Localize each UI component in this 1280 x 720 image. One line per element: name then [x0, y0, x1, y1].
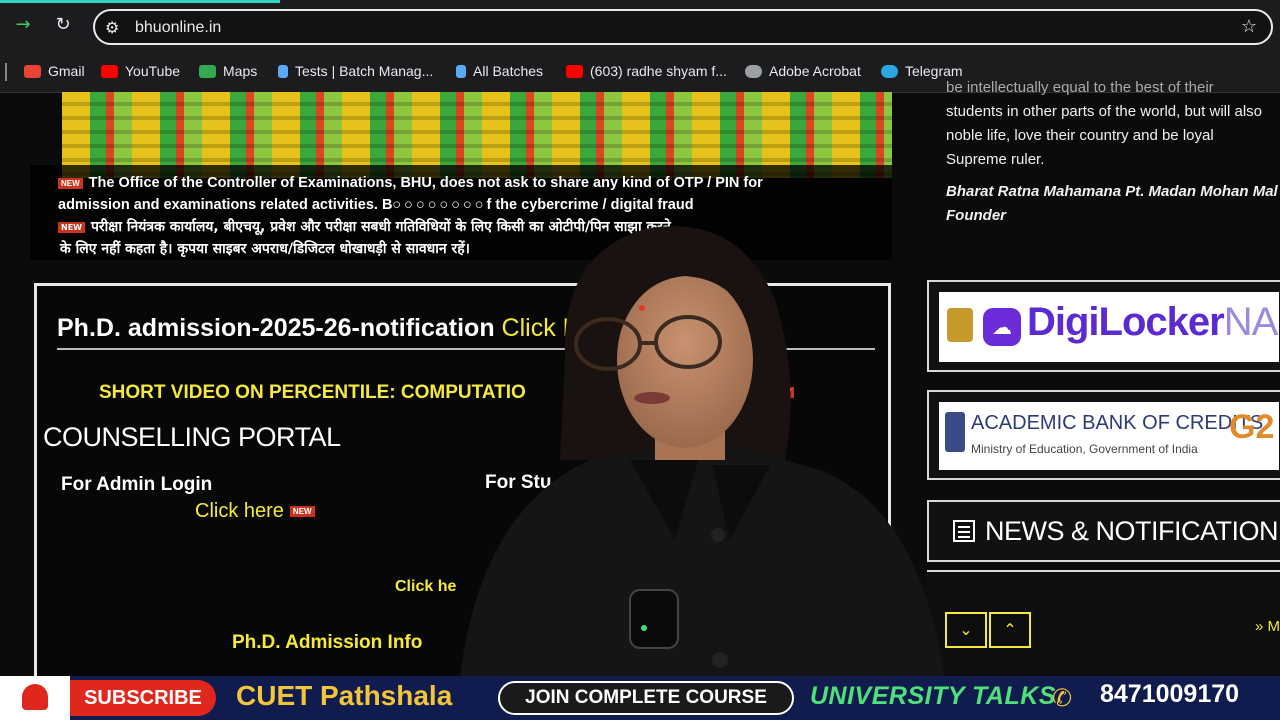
subscribe-button[interactable]: SUBSCRIBE [70, 680, 216, 716]
bookmark-label: All Batches [473, 63, 544, 79]
forward-icon[interactable]: → [12, 14, 34, 36]
youtube-icon [101, 64, 118, 78]
founder-quote: be intellectually equal to the best of t… [946, 76, 1280, 228]
bookmark-label: Gmail [48, 63, 85, 79]
digilocker-suffix: NA [1223, 300, 1279, 344]
news-notification-header: NEWS & NOTIFICATION [927, 500, 1280, 562]
digilocker-banner[interactable]: ☁ DigiLockerNA [927, 280, 1280, 372]
phone-number: 8471009170 [1100, 680, 1240, 708]
site-settings-icon[interactable]: ⚙ [105, 18, 119, 37]
bookmark-label: Maps [223, 63, 258, 79]
bell-icon [0, 676, 70, 720]
digilocker-text: DigiLocker [1027, 300, 1225, 344]
notice-line-en-1: NEW The Office of the Controller of Exami… [58, 175, 763, 191]
bookmark-all-batches[interactable]: All Batches [456, 63, 543, 79]
notice-text: admission and examinations related activ… [58, 197, 393, 213]
notice-line-hi-2: के लिए नहीं कहता है। कृपया साइबर अपराध/ड… [60, 241, 470, 257]
abc-subtitle: Ministry of Education, Government of Ind… [971, 442, 1198, 456]
batches-icon [456, 64, 466, 78]
chevron-up-icon[interactable]: ⌃ [989, 612, 1031, 648]
digilocker-cloud-icon: ☁ [983, 308, 1021, 346]
phd-admission-info-link[interactable]: Ph.D. Admission Info [232, 632, 422, 654]
counselling-portal-heading: COUNSELLING PORTAL [43, 422, 341, 452]
phd-title-text: Ph.D. admission-2025-26-notification [57, 314, 495, 342]
abc-logo-area: ACADEMIC BANK OF CREDITS Ministry of Edu… [939, 402, 1279, 470]
channel-ticker: SUBSCRIBE CUET Pathshala JOIN COMPLETE C… [0, 676, 1280, 720]
maps-icon [199, 64, 216, 78]
tab-accent [0, 0, 280, 3]
quote-line: Supreme ruler. [946, 151, 1045, 168]
more-link[interactable]: » M [1255, 618, 1280, 635]
digilocker-wordmark: DigiLockerNA [1027, 300, 1279, 345]
digilocker-logo-area: ☁ DigiLockerNA [939, 292, 1279, 362]
browser-toolbar: → ↻ ⚙ bhuonline.in ☆ [0, 0, 1280, 50]
bookmark-radhe-shyam[interactable]: (603) radhe shyam f... [566, 63, 727, 79]
new-badge: NEW [58, 221, 85, 233]
bookmark-tests[interactable]: Tests | Batch Manag... [278, 63, 433, 79]
telegram-icon [881, 64, 898, 78]
news-title: NEWS & NOTIFICATION [985, 516, 1279, 546]
notice-text: The Office of the Controller of Examinat… [88, 175, 763, 191]
url-text[interactable]: bhuonline.in [135, 19, 221, 37]
bookmark-label: Adobe Acrobat [769, 63, 861, 79]
channel-brand: CUET Pathshala [236, 680, 453, 711]
admin-login-label: For Admin Login [61, 474, 213, 495]
join-course-button[interactable]: JOIN COMPLETE COURSE [498, 681, 794, 715]
new-badge: NEW [289, 506, 315, 518]
reload-icon[interactable]: ↻ [52, 14, 74, 36]
university-talks-label: UNIVERSITY TALKS [810, 682, 1056, 710]
youtube-icon [566, 64, 583, 78]
bookmark-label: Tests | Batch Manag... [295, 63, 434, 79]
quote-author: Bharat Ratna Mahamana Pt. Madan Mohan Ma… [946, 183, 1278, 200]
quote-line: noble life, love their country and be lo… [946, 127, 1214, 144]
admin-link-text: Click here [195, 500, 284, 522]
quote-line: be intellectually equal to the best of t… [946, 79, 1214, 96]
tests-icon [278, 64, 288, 78]
address-bar[interactable]: ⚙ bhuonline.in ☆ [93, 9, 1273, 45]
bookmark-label: (603) radhe shyam f... [590, 63, 727, 79]
new-badge: NEW [58, 177, 83, 189]
bell-shape [22, 684, 48, 710]
acrobat-icon [745, 64, 762, 78]
bookmark-youtube[interactable]: YouTube [101, 63, 180, 79]
phone-icon: ✆ [1052, 684, 1073, 712]
g20-logo: G2 [1229, 408, 1275, 446]
academic-bank-of-credits-banner[interactable]: ACADEMIC BANK OF CREDITS Ministry of Edu… [927, 390, 1280, 480]
quote-author-role: Founder [946, 207, 1006, 224]
bookmark-star-icon[interactable]: ☆ [1241, 16, 1257, 37]
quote-line: students in other parts of the world, bu… [946, 103, 1262, 120]
bookmark-gmail[interactable]: Gmail [24, 63, 85, 79]
abc-title: ACADEMIC BANK OF CREDITS [971, 412, 1264, 434]
bookmark-label: YouTube [125, 63, 181, 79]
admin-login-link[interactable]: Click here NEW [195, 500, 321, 523]
presenter-video-overlay [460, 226, 945, 678]
bookmarks-divider [5, 63, 7, 81]
bookmark-maps[interactable]: Maps [199, 63, 257, 79]
gmail-icon [24, 64, 41, 78]
bookmark-adobe[interactable]: Adobe Acrobat [745, 63, 861, 79]
